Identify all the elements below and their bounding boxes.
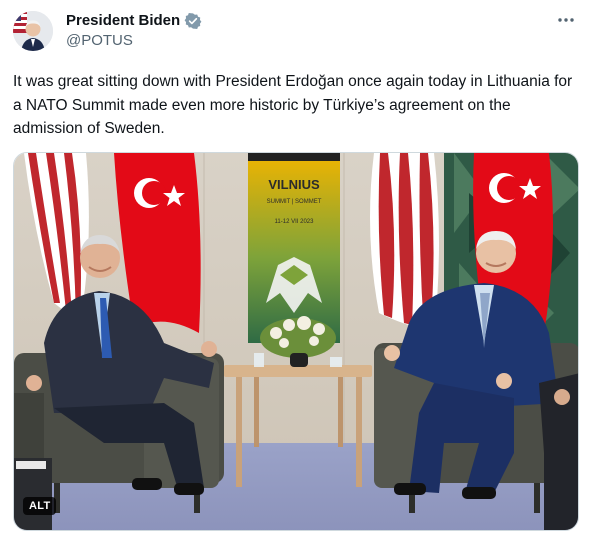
banner-title: VILNIUS [268, 177, 320, 192]
tweet-text: It was great sitting down with President… [13, 73, 573, 137]
avatar[interactable] [13, 11, 53, 51]
handle[interactable]: @POTUS [66, 32, 202, 49]
avatar-image [13, 11, 53, 51]
tweet-photo[interactable]: VILNIUS SUMMIT | SOMMET 11-12 VII 2023 [13, 152, 579, 531]
banner-subtitle: SUMMIT | SOMMET [267, 199, 322, 205]
alt-badge[interactable]: ALT [23, 497, 57, 515]
tweet-card: President Biden @POTUS It was great sitt… [0, 0, 590, 536]
author-block: President Biden @POTUS [66, 11, 202, 49]
name-row: President Biden [66, 11, 202, 30]
display-name[interactable]: President Biden [66, 12, 180, 29]
banner-dates: 11-12 VII 2023 [275, 219, 315, 225]
photo-scene: VILNIUS SUMMIT | SOMMET 11-12 VII 2023 [14, 153, 578, 530]
verified-badge-icon[interactable] [184, 12, 202, 30]
more-horizontal-icon[interactable] [554, 10, 578, 30]
